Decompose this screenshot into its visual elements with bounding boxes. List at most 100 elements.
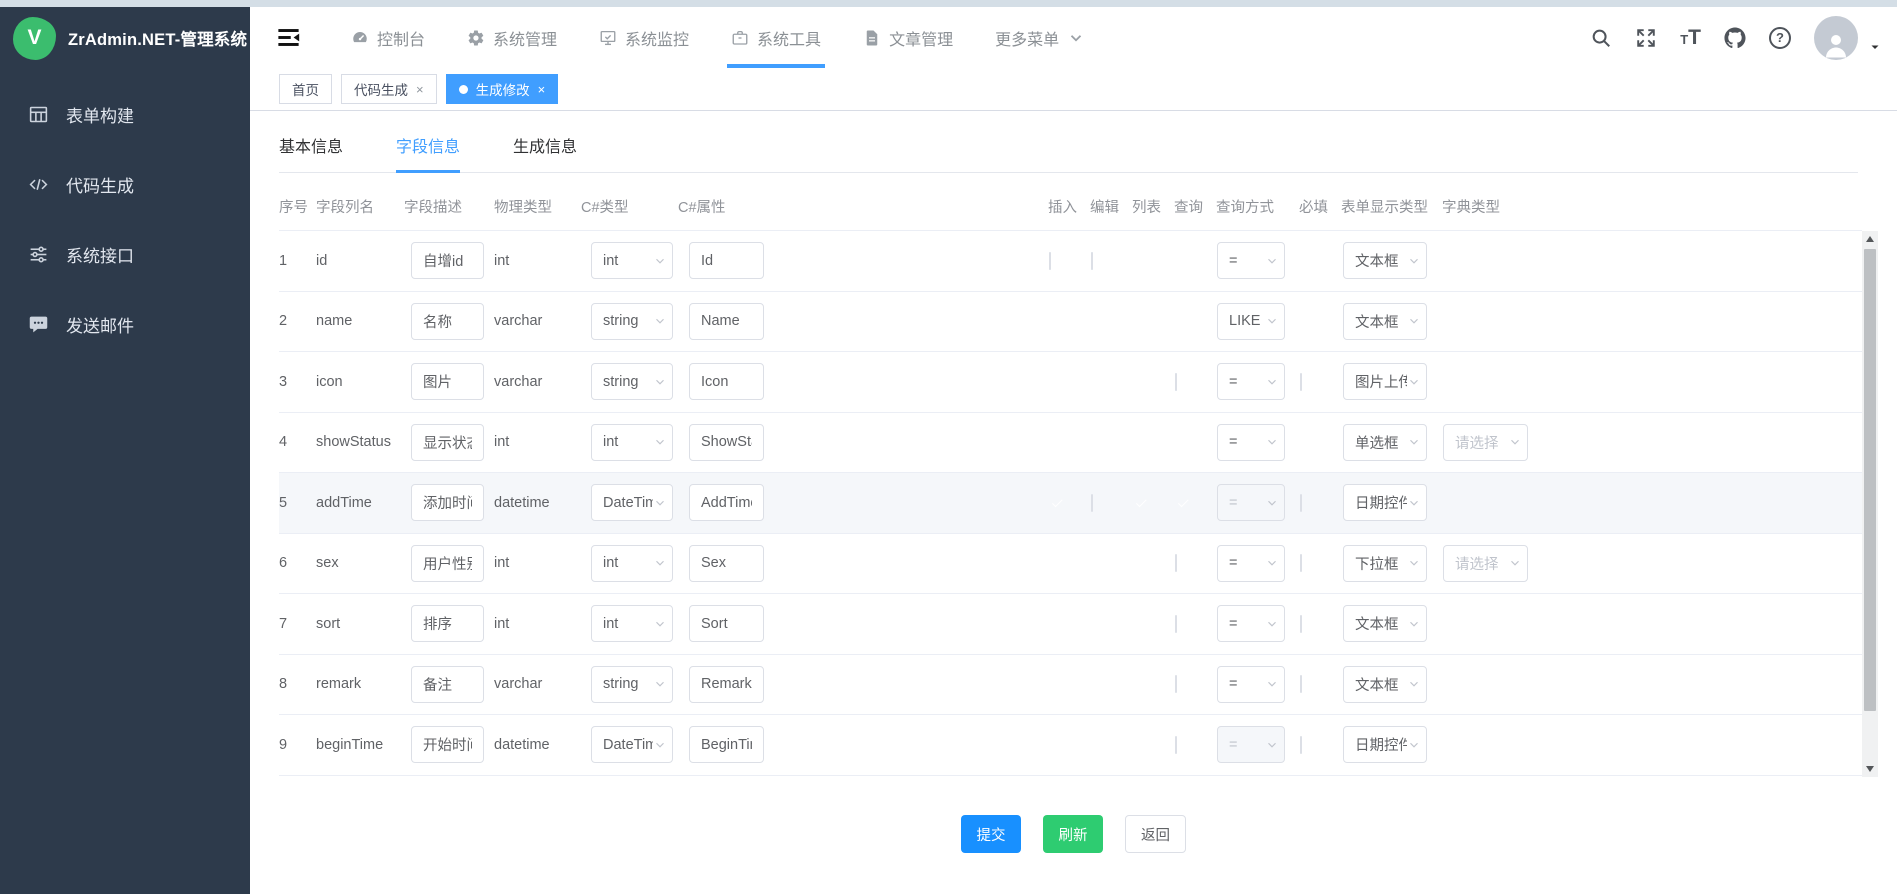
search-icon[interactable] xyxy=(1590,27,1612,49)
field-description-input[interactable] xyxy=(411,666,484,703)
font-size-icon[interactable]: TT xyxy=(1680,27,1701,48)
sidebar-item-send-mail[interactable]: 发送邮件 xyxy=(0,289,250,359)
submit-button[interactable]: 提交 xyxy=(961,815,1021,853)
chevron-down-icon xyxy=(1407,496,1421,510)
chevron-down-icon xyxy=(653,375,667,389)
cs-property-input[interactable] xyxy=(689,424,764,461)
tag-gen-edit[interactable]: 生成修改 × xyxy=(446,74,559,104)
tab-gen-info[interactable]: 生成信息 xyxy=(513,133,577,172)
cs-property-input[interactable] xyxy=(689,242,764,279)
query-mode-select[interactable]: = xyxy=(1217,363,1285,400)
cs-property-input[interactable] xyxy=(689,303,764,340)
nav-item-dashboard[interactable]: 控制台 xyxy=(330,7,446,68)
display-type-select[interactable]: 日期控件 xyxy=(1343,726,1427,763)
required-checkbox[interactable] xyxy=(1300,675,1302,693)
query-mode-select[interactable]: = xyxy=(1217,605,1285,642)
display-type-select[interactable]: 下拉框 xyxy=(1343,545,1427,582)
nav-item-system-monitor[interactable]: 系统监控 xyxy=(578,7,710,68)
nav-item-system-tools[interactable]: 系统工具 xyxy=(710,7,842,68)
help-icon[interactable]: ? xyxy=(1769,27,1791,49)
query-mode-select[interactable]: = xyxy=(1217,666,1285,703)
scrollbar-thumb[interactable] xyxy=(1864,249,1876,711)
required-checkbox[interactable] xyxy=(1300,615,1302,633)
display-type-select[interactable]: 文本框 xyxy=(1343,303,1427,340)
tag-home[interactable]: 首页 xyxy=(279,74,332,104)
tag-code-gen[interactable]: 代码生成 × xyxy=(341,74,437,104)
sidebar-item-code-gen[interactable]: 代码生成 xyxy=(0,149,250,219)
query-mode-select[interactable]: = xyxy=(1217,242,1285,279)
close-icon[interactable]: × xyxy=(538,82,546,97)
required-checkbox[interactable] xyxy=(1300,494,1302,512)
field-description-input[interactable] xyxy=(411,363,484,400)
display-type-select[interactable]: 单选框 xyxy=(1343,424,1427,461)
edit-checkbox[interactable] xyxy=(1091,494,1093,512)
cs-type-select[interactable]: DateTime xyxy=(591,484,673,521)
sidebar-collapse-icon[interactable] xyxy=(275,24,302,51)
query-mode-select[interactable]: = xyxy=(1217,545,1285,582)
cs-type-select[interactable]: string xyxy=(591,303,673,340)
nav-item-article-mgmt[interactable]: 文章管理 xyxy=(842,7,974,68)
sidebar-item-label: 代码生成 xyxy=(66,172,134,197)
dict-type-select[interactable]: 请选择 xyxy=(1443,545,1528,582)
query-mode-select[interactable]: LIKE xyxy=(1217,303,1285,340)
avatar[interactable] xyxy=(1814,16,1858,60)
cs-type-select[interactable]: int xyxy=(591,242,673,279)
insert-checkbox[interactable] xyxy=(1049,252,1051,270)
tab-field-info[interactable]: 字段信息 xyxy=(396,133,460,172)
display-type-select[interactable]: 文本框 xyxy=(1343,242,1427,279)
cs-property-input[interactable] xyxy=(689,605,764,642)
field-description-input[interactable] xyxy=(411,605,484,642)
nav-item-system-mgmt[interactable]: 系统管理 xyxy=(446,7,578,68)
query-mode-select[interactable]: = xyxy=(1217,484,1285,521)
cs-type-select[interactable]: string xyxy=(591,666,673,703)
scroll-up-icon[interactable] xyxy=(1862,231,1878,247)
sidebar-item-system-api[interactable]: 系统接口 xyxy=(0,219,250,289)
cs-property-input[interactable] xyxy=(689,726,764,763)
field-description-input[interactable] xyxy=(411,303,484,340)
cs-property-input[interactable] xyxy=(689,363,764,400)
query-checkbox[interactable] xyxy=(1175,736,1177,754)
display-type-select[interactable]: 文本框 xyxy=(1343,605,1427,642)
required-checkbox[interactable] xyxy=(1300,736,1302,754)
query-checkbox[interactable] xyxy=(1175,373,1177,391)
cs-property-input[interactable] xyxy=(689,666,764,703)
query-mode-select[interactable]: = xyxy=(1217,424,1285,461)
display-type-select[interactable]: 图片上传 xyxy=(1343,363,1427,400)
field-description-input[interactable] xyxy=(411,242,484,279)
required-checkbox[interactable] xyxy=(1300,554,1302,572)
top-nav: 控制台 系统管理 系统监控 系统工具 文章管理 更多菜单 xyxy=(330,7,1106,68)
query-checkbox[interactable] xyxy=(1175,675,1177,693)
tab-basic-info[interactable]: 基本信息 xyxy=(279,133,343,172)
required-checkbox[interactable] xyxy=(1300,373,1302,391)
cs-type-select[interactable]: DateTime xyxy=(591,726,673,763)
table-scrollbar[interactable] xyxy=(1862,231,1878,777)
field-description-input[interactable] xyxy=(411,545,484,582)
field-description-input[interactable] xyxy=(411,484,484,521)
field-description-input[interactable] xyxy=(411,424,484,461)
query-checkbox[interactable] xyxy=(1175,615,1177,633)
physical-type: varchar xyxy=(494,313,581,329)
github-icon[interactable] xyxy=(1724,27,1746,49)
back-button[interactable]: 返回 xyxy=(1125,815,1186,853)
edit-checkbox[interactable] xyxy=(1091,252,1093,270)
avatar-caret-icon[interactable] xyxy=(1869,41,1881,53)
refresh-button[interactable]: 刷新 xyxy=(1043,815,1103,853)
cs-type-select[interactable]: int xyxy=(591,424,673,461)
cs-type-select[interactable]: string xyxy=(591,363,673,400)
nav-item-more-menu[interactable]: 更多菜单 xyxy=(974,7,1106,68)
query-mode-select[interactable]: = xyxy=(1217,726,1285,763)
cs-property-input[interactable] xyxy=(689,545,764,582)
field-description-input[interactable] xyxy=(411,726,484,763)
cs-type-select[interactable]: int xyxy=(591,545,673,582)
fullscreen-icon[interactable] xyxy=(1635,27,1657,49)
col-header: 查询 xyxy=(1174,196,1216,217)
close-icon[interactable]: × xyxy=(416,82,424,97)
display-type-select[interactable]: 日期控件 xyxy=(1343,484,1427,521)
query-checkbox[interactable] xyxy=(1175,554,1177,572)
cs-type-select[interactable]: int xyxy=(591,605,673,642)
sidebar-item-form-builder[interactable]: 表单构建 xyxy=(0,79,250,149)
dict-type-select[interactable]: 请选择 xyxy=(1443,424,1528,461)
display-type-select[interactable]: 文本框 xyxy=(1343,666,1427,703)
scroll-down-icon[interactable] xyxy=(1862,761,1878,777)
cs-property-input[interactable] xyxy=(689,484,764,521)
